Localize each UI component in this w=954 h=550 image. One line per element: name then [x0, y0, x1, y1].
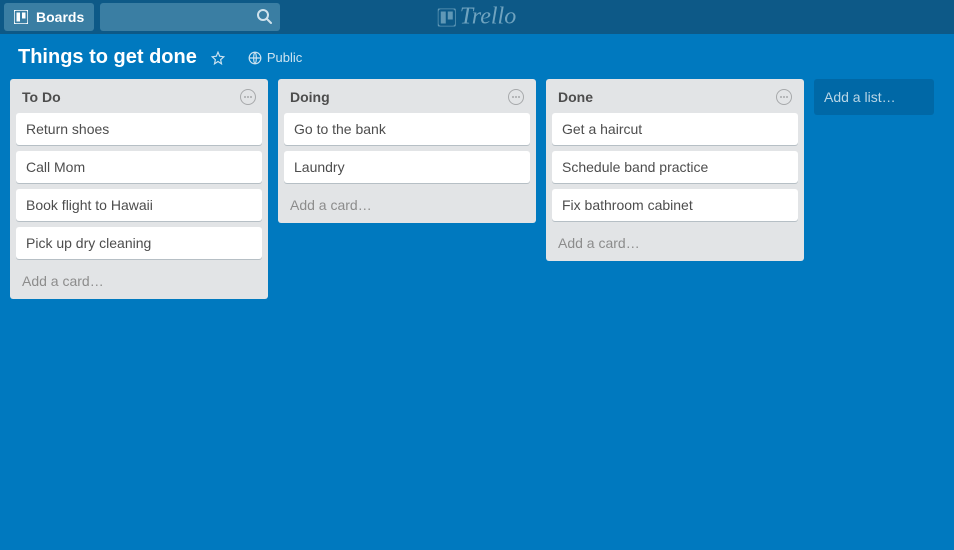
boards-button-label: Boards — [36, 9, 84, 25]
globe-icon — [248, 51, 262, 65]
list-header: Doing — [284, 87, 530, 113]
add-card-button[interactable]: Add a card… — [284, 189, 530, 215]
star-button[interactable] — [211, 51, 230, 65]
add-list-button[interactable]: Add a list… — [814, 79, 934, 115]
card[interactable]: Fix bathroom cabinet — [552, 189, 798, 221]
board-icon — [14, 10, 28, 24]
card[interactable]: Call Mom — [16, 151, 262, 183]
visibility-button[interactable]: Public — [248, 50, 302, 65]
card[interactable]: Pick up dry cleaning — [16, 227, 262, 259]
card[interactable]: Book flight to Hawaii — [16, 189, 262, 221]
add-card-button[interactable]: Add a card… — [16, 265, 262, 291]
list-header: Done — [552, 87, 798, 113]
list-doing: Doing Go to the bank Laundry Add a card… — [278, 79, 536, 223]
board-header: Things to get done Public — [0, 34, 954, 77]
visibility-label: Public — [267, 50, 302, 65]
list-menu-button[interactable] — [776, 89, 792, 105]
list-todo: To Do Return shoes Call Mom Book flight … — [10, 79, 268, 299]
list-name[interactable]: Doing — [290, 89, 330, 105]
list-name[interactable]: To Do — [22, 89, 61, 105]
brand-name: Trello — [460, 4, 516, 31]
board-title[interactable]: Things to get done — [18, 46, 197, 69]
logo-icon — [438, 8, 456, 26]
search-input[interactable] — [100, 3, 280, 31]
list-done: Done Get a haircut Schedule band practic… — [546, 79, 804, 261]
card[interactable]: Return shoes — [16, 113, 262, 145]
list-header: To Do — [16, 87, 262, 113]
boards-button[interactable]: Boards — [4, 3, 94, 31]
topbar: Boards Trello — [0, 0, 954, 34]
card[interactable]: Get a haircut — [552, 113, 798, 145]
card[interactable]: Go to the bank — [284, 113, 530, 145]
card[interactable]: Laundry — [284, 151, 530, 183]
add-card-button[interactable]: Add a card… — [552, 227, 798, 253]
list-name[interactable]: Done — [558, 89, 593, 105]
brand-logo[interactable]: Trello — [438, 4, 516, 31]
star-icon — [211, 51, 225, 65]
search-icon — [256, 8, 272, 24]
list-menu-button[interactable] — [240, 89, 256, 105]
card[interactable]: Schedule band practice — [552, 151, 798, 183]
list-menu-button[interactable] — [508, 89, 524, 105]
board-canvas: To Do Return shoes Call Mom Book flight … — [0, 77, 954, 309]
